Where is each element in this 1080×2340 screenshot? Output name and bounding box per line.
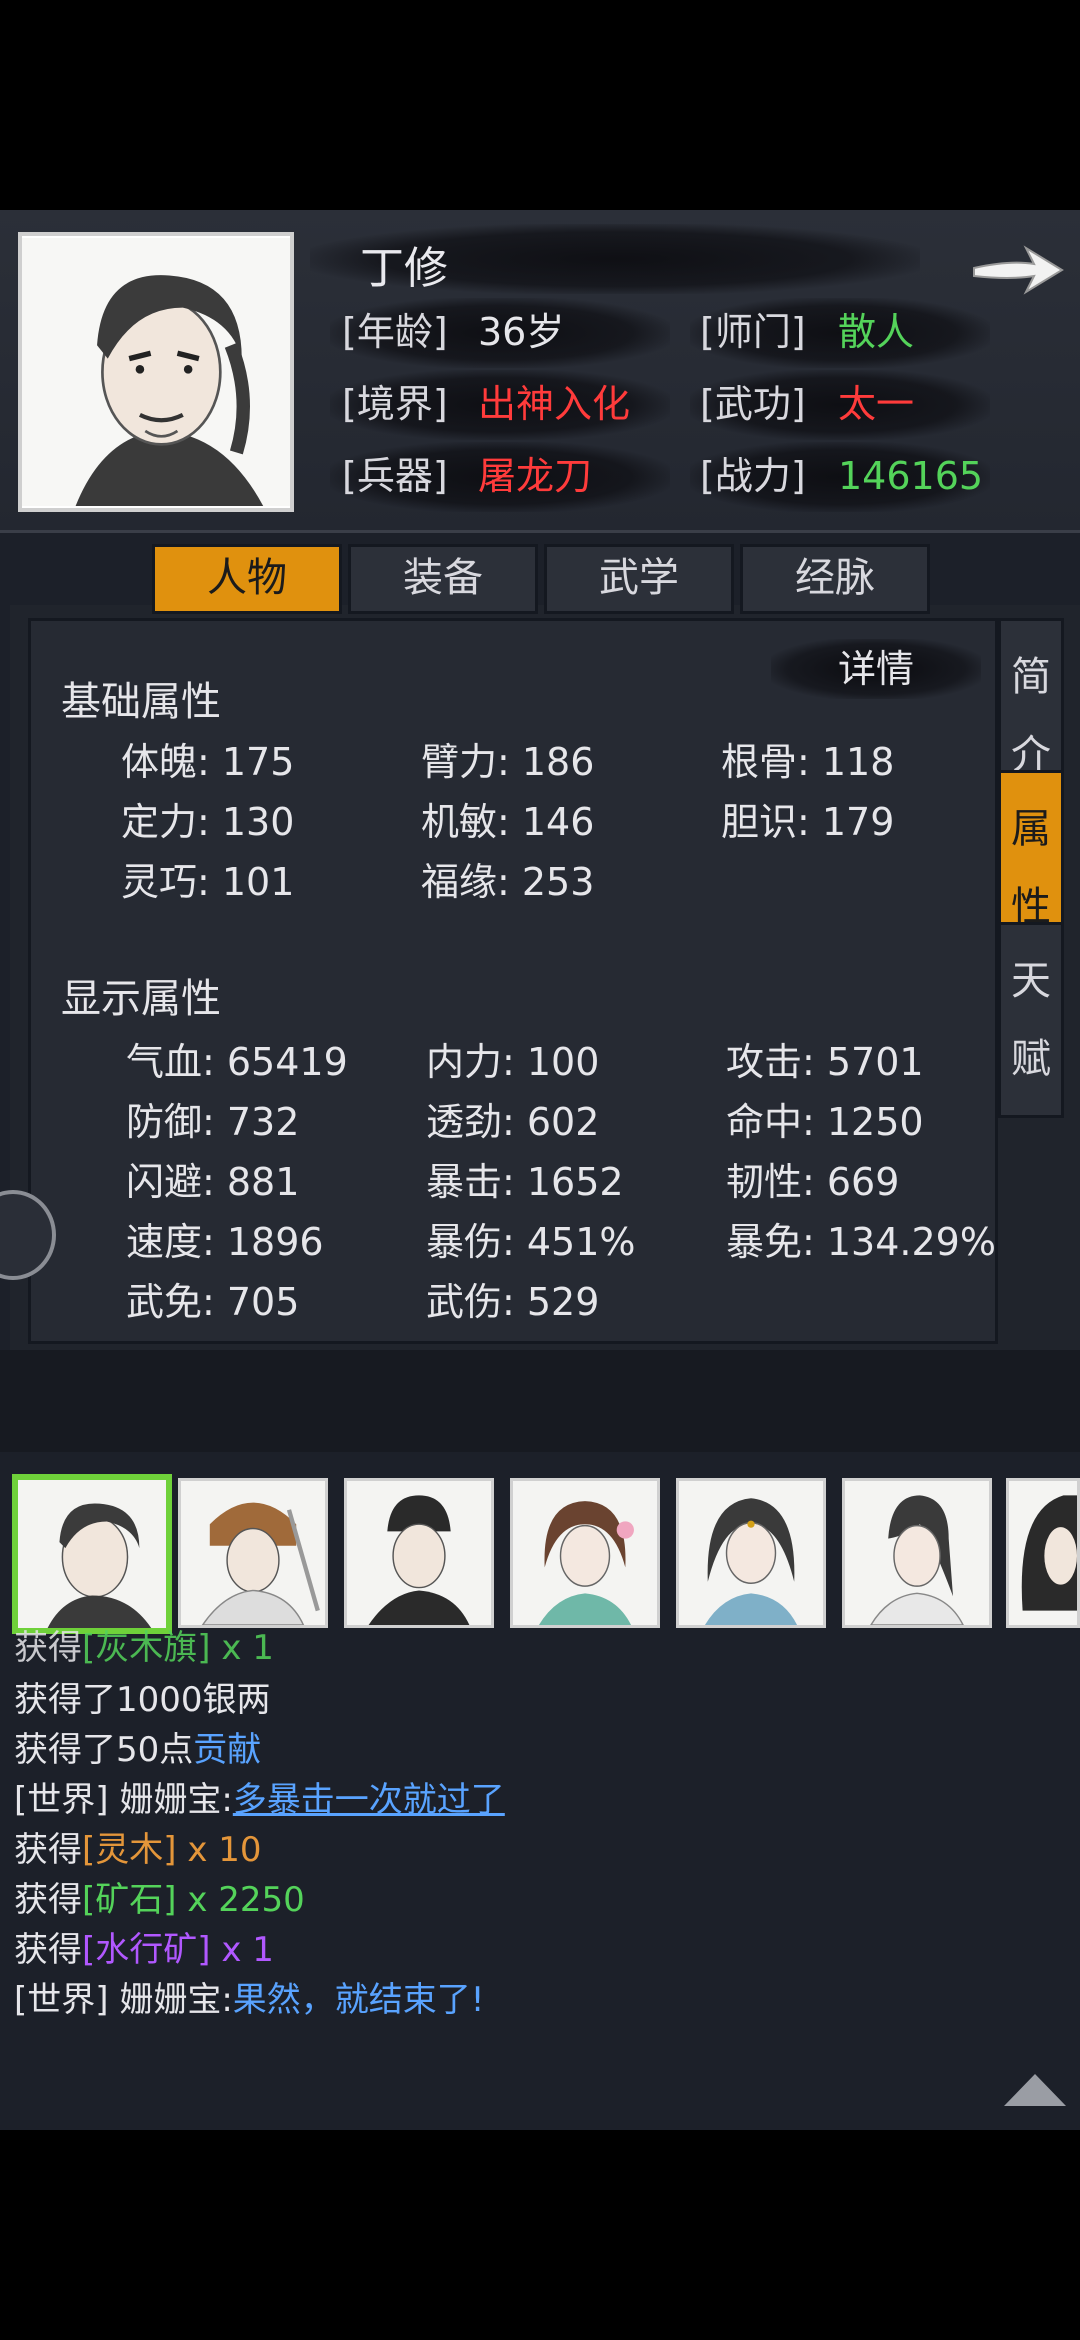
side-tab-talent-char1: 天 (1011, 958, 1051, 1004)
stat-crit-resist: 暴免: 134.29% (726, 1220, 996, 1264)
stat-penetration: 透劲: 602 (426, 1100, 600, 1144)
log-line-5: 获得[矿石] x 2250 (14, 1872, 305, 1921)
log-text: 获得了1000银两 (14, 1680, 271, 1720)
next-character-arrow-icon[interactable] (970, 240, 1066, 300)
age-value: 36岁 (478, 310, 565, 354)
stat-crit: 暴击: 1652 (426, 1160, 624, 1204)
log-line-2: 获得了50点贡献 (14, 1722, 261, 1771)
display-attributes-title: 显示属性 (61, 976, 221, 1022)
stat-courage: 胆识: 179 (721, 800, 895, 844)
skill-label: [武功] (700, 382, 806, 426)
roster-hero-1[interactable] (12, 1474, 172, 1634)
tab-equipment[interactable]: 装备 (348, 544, 538, 614)
stat-dexterity: 灵巧: 101 (121, 860, 295, 904)
log-line-6: 获得[水行矿] x 1 (14, 1922, 274, 1971)
stat-hp: 气血: 65419 (126, 1040, 348, 1084)
stat-martial-damage: 武伤: 529 (426, 1280, 600, 1324)
roster-hero-4[interactable] (510, 1478, 660, 1628)
log-contribution: 贡献 (193, 1730, 262, 1770)
details-button[interactable]: 详情 (771, 639, 981, 699)
portrait-drawing (22, 238, 290, 506)
expand-log-triangle-icon[interactable] (1000, 2070, 1070, 2110)
stat-accuracy: 命中: 1250 (726, 1100, 924, 1144)
stat-inner-power: 内力: 100 (426, 1040, 600, 1084)
log-item[interactable]: [矿石] (82, 1880, 177, 1920)
log-text: 获得 (14, 1628, 82, 1668)
hero-3-portrait (347, 1481, 491, 1625)
log-speaker[interactable]: [世界] 姗姗宝: (14, 1780, 233, 1820)
side-tab-intro-char1: 简 (1011, 654, 1051, 700)
stat-bone: 根骨: 118 (721, 740, 895, 784)
stat-speed: 速度: 1896 (126, 1220, 324, 1264)
log-count: x 1 (210, 1930, 274, 1970)
power-value: 146165 (838, 454, 984, 498)
side-tab-talent-char2: 赋 (1011, 1036, 1051, 1082)
side-tab-attributes-char1: 属 (1011, 806, 1051, 852)
log-chat-message[interactable]: 果然，就结束了! (233, 1980, 485, 2020)
stat-crit-damage: 暴伤: 451% (426, 1220, 636, 1264)
stat-toughness: 韧性: 669 (726, 1160, 900, 1204)
tab-character[interactable]: 人物 (152, 544, 342, 614)
stat-fortune: 福缘: 253 (421, 860, 595, 904)
character-name: 丁修 (360, 243, 448, 294)
tab-meridians[interactable]: 经脉 (740, 544, 930, 614)
realm-label: [境界] (342, 382, 448, 426)
log-count: x 2250 (176, 1880, 305, 1920)
roster-hero-5[interactable] (676, 1478, 826, 1628)
basic-attributes-title: 基础属性 (61, 679, 221, 725)
stat-defense: 防御: 732 (126, 1100, 300, 1144)
log-item[interactable]: [灰木旗] (82, 1628, 211, 1668)
log-line-7: [世界] 姗姗宝:果然，就结束了! (14, 1972, 484, 2021)
hero-1-portrait (18, 1480, 166, 1628)
character-header: 丁修 [年龄] 36岁 [师门] 散人 [境界] 出神入化 [武功] 太一 [兵… (0, 210, 1080, 533)
weapon-value: 屠龙刀 (478, 454, 593, 498)
log-line-4: 获得[灵木] x 10 (14, 1822, 262, 1871)
log-line-1: 获得了1000银两 (14, 1672, 271, 1721)
stat-physique: 体魄: 175 (121, 740, 295, 784)
log-speaker[interactable]: [世界] 姗姗宝: (14, 1980, 233, 2020)
roster-hero-6[interactable] (842, 1478, 992, 1628)
hero-2-portrait (181, 1481, 325, 1625)
weapon-label: [兵器] (342, 454, 448, 498)
stat-martial-resist: 武免: 705 (126, 1280, 300, 1324)
stat-dodge: 闪避: 881 (126, 1160, 300, 1204)
log-item[interactable]: [水行矿] (82, 1930, 211, 1970)
log-text: 获得 (14, 1930, 82, 1970)
log-count: x 1 (210, 1628, 274, 1668)
log-chat-message[interactable]: 多暴击一次就过了 (233, 1780, 505, 1820)
log-line-0: 获得[灰木旗] x 1 (14, 1620, 274, 1669)
hero-7-portrait (1009, 1481, 1077, 1625)
side-tab-talent[interactable]: 天 赋 (998, 922, 1064, 1118)
age-label: [年龄] (342, 310, 448, 354)
log-item[interactable]: [灵木] (82, 1830, 177, 1870)
log-text: 获得 (14, 1880, 82, 1920)
log-text: 获得了50点 (14, 1730, 194, 1770)
log-text: 获得 (14, 1830, 82, 1870)
skill-value: 太一 (838, 382, 915, 426)
attributes-panel: 详情 基础属性 体魄: 175 臂力: 186 根骨: 118 定力: 130 … (28, 618, 998, 1344)
sect-value: 散人 (838, 310, 915, 354)
hero-6-portrait (845, 1481, 989, 1625)
power-label: [战力] (700, 454, 806, 498)
stat-arm-strength: 臂力: 186 (421, 740, 595, 784)
tab-martial-arts[interactable]: 武学 (544, 544, 734, 614)
hero-4-portrait (513, 1481, 657, 1625)
log-count: x 10 (176, 1830, 262, 1870)
log-line-3: [世界] 姗姗宝:多暴击一次就过了 (14, 1772, 505, 1821)
roster-hero-7[interactable] (1006, 1478, 1080, 1628)
stat-composure: 定力: 130 (121, 800, 295, 844)
mid-strip (0, 1350, 1080, 1452)
stat-agility: 机敏: 146 (421, 800, 595, 844)
roster-hero-3[interactable] (344, 1478, 494, 1628)
realm-value: 出神入化 (478, 382, 631, 426)
sect-label: [师门] (700, 310, 806, 354)
stat-attack: 攻击: 5701 (726, 1040, 924, 1084)
roster-hero-2[interactable] (178, 1478, 328, 1628)
hero-5-portrait (679, 1481, 823, 1625)
character-portrait (18, 232, 294, 512)
